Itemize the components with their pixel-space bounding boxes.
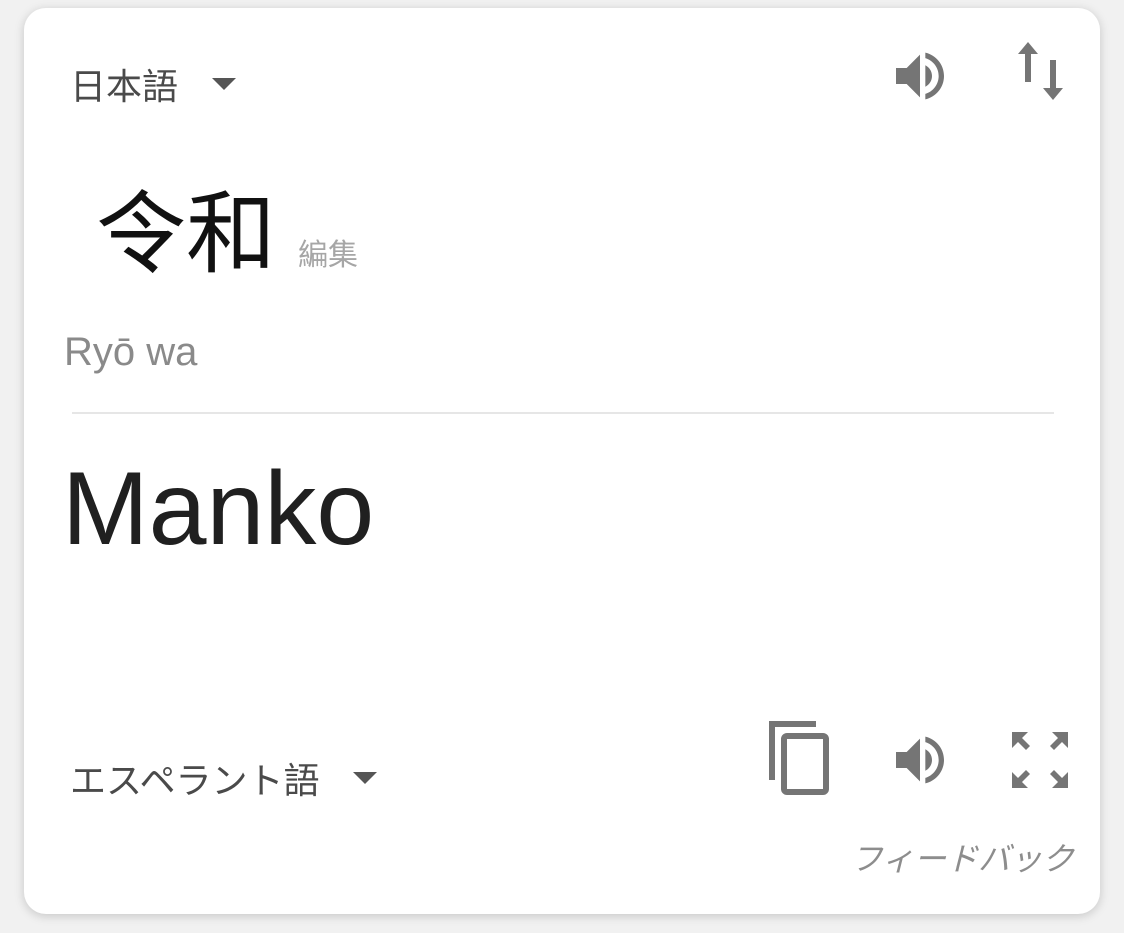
target-language-select[interactable]: エスペラント語 xyxy=(70,752,378,804)
speaker-icon xyxy=(896,52,944,100)
source-speaker-button[interactable] xyxy=(888,44,952,108)
source-language-label: 日本語 xyxy=(70,67,179,108)
fullscreen-icon xyxy=(1012,732,1068,788)
source-language-select[interactable]: 日本語 xyxy=(70,58,237,110)
feedback-link[interactable]: フィードバック xyxy=(851,834,1074,880)
target-language-label: エスペラント語 xyxy=(70,761,320,802)
chevron-down-icon xyxy=(353,772,378,784)
edit-link[interactable]: 編集 xyxy=(298,230,358,274)
copy-icon xyxy=(769,721,829,795)
divider xyxy=(72,412,1054,414)
speaker-icon xyxy=(896,736,944,784)
source-text-area: 令和 編集 xyxy=(96,190,358,280)
fullscreen-button[interactable] xyxy=(1008,728,1072,792)
copy-button[interactable] xyxy=(764,718,834,798)
source-text: 令和 xyxy=(96,182,276,287)
translated-text: Manko xyxy=(62,451,375,567)
translate-card: 日本語 令和 編集 Ryō wa Manko エスペラント語 フィードバック xyxy=(24,8,1100,914)
swap-languages-icon xyxy=(1018,42,1063,100)
swap-languages-button[interactable] xyxy=(1014,38,1070,104)
source-romanization: Ryō wa xyxy=(64,330,198,374)
target-speaker-button[interactable] xyxy=(888,728,952,792)
chevron-down-icon xyxy=(212,78,237,90)
